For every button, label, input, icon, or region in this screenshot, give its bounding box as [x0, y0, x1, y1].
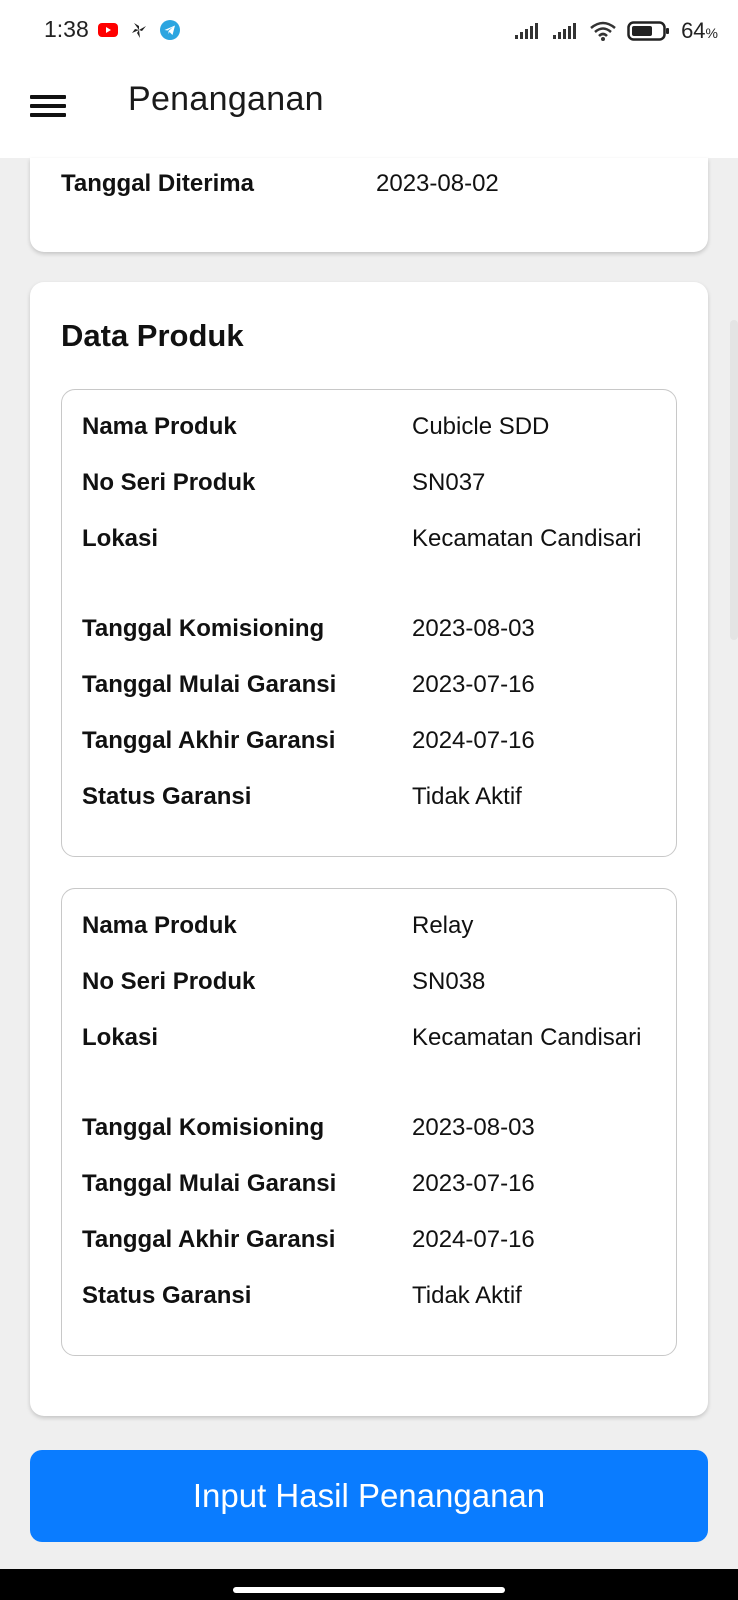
status-system-icons: 64% [513, 18, 718, 44]
field-label: Nama Produk [82, 912, 237, 939]
field-label: No Seri Produk [82, 968, 256, 995]
field-label: No Seri Produk [82, 469, 256, 496]
input-result-button[interactable]: Input Hasil Penanganan [30, 1450, 708, 1542]
field-label: Tanggal Mulai Garansi [82, 1170, 337, 1197]
field-label: Nama Produk [82, 413, 237, 440]
page-title: Penanganan [128, 80, 324, 118]
status-time: 1:38 [44, 16, 89, 42]
field-value: 2023-08-03 [412, 615, 535, 642]
battery-level: 64% [681, 18, 718, 43]
hamburger-menu-icon[interactable] [30, 90, 66, 130]
field-label: Tanggal Komisioning [82, 1114, 325, 1141]
system-navigation-bar [0, 1569, 738, 1600]
status-notification-icons [98, 20, 180, 40]
field-label: Status Garansi [82, 783, 252, 810]
field-value: Cubicle SDD [412, 413, 550, 440]
field-value: 2023-07-16 [412, 671, 535, 698]
scrollbar[interactable] [730, 320, 738, 640]
field-value: 2023-08-03 [412, 1114, 535, 1141]
field-label: Lokasi [82, 1024, 159, 1051]
status-bar: 1:38 64% [0, 0, 738, 62]
pinwheel-icon [132, 23, 146, 38]
battery-icon [627, 21, 670, 41]
field-value: Kecamatan Candisari [412, 525, 642, 552]
field-label: Tanggal Akhir Garansi [82, 727, 336, 754]
field-label: Status Garansi [82, 1282, 252, 1309]
field-value: 2024-07-16 [412, 727, 535, 754]
field-label: Tanggal Mulai Garansi [82, 671, 337, 698]
field-value: SN037 [412, 469, 486, 496]
field-label: Tanggal Akhir Garansi [82, 1226, 336, 1253]
field-value: Kecamatan Candisari [412, 1024, 642, 1051]
field-label: Tanggal Komisioning [82, 615, 325, 642]
field-value: Relay [412, 912, 474, 939]
field-value: 2023-07-16 [412, 1170, 535, 1197]
field-value: SN038 [412, 968, 486, 995]
signal-icon [553, 23, 577, 39]
home-gesture-handle[interactable] [233, 1587, 505, 1593]
app-bar: Penanganan [0, 62, 738, 158]
youtube-icon [98, 23, 118, 37]
product-data-card: Data Produk Nama Produk Cubicle SDD No S… [30, 282, 708, 1416]
telegram-icon [160, 20, 180, 40]
received-date-label: Tanggal Diterima [61, 170, 254, 197]
product-item: Nama Produk Cubicle SDD No Seri Produk S… [61, 389, 677, 857]
section-title: Data Produk [61, 318, 244, 353]
field-value: Tidak Aktif [412, 1282, 522, 1309]
wifi-icon [590, 21, 616, 41]
received-date-value: 2023-08-02 [376, 170, 499, 197]
complaint-info-card: Tanggal Diterima 2023-08-02 [30, 158, 708, 252]
signal-icon [515, 23, 539, 39]
product-item: Nama Produk Relay No Seri Produk SN038 L… [61, 888, 677, 1356]
field-label: Lokasi [82, 525, 159, 552]
field-value: Tidak Aktif [412, 783, 522, 810]
field-value: 2024-07-16 [412, 1226, 535, 1253]
